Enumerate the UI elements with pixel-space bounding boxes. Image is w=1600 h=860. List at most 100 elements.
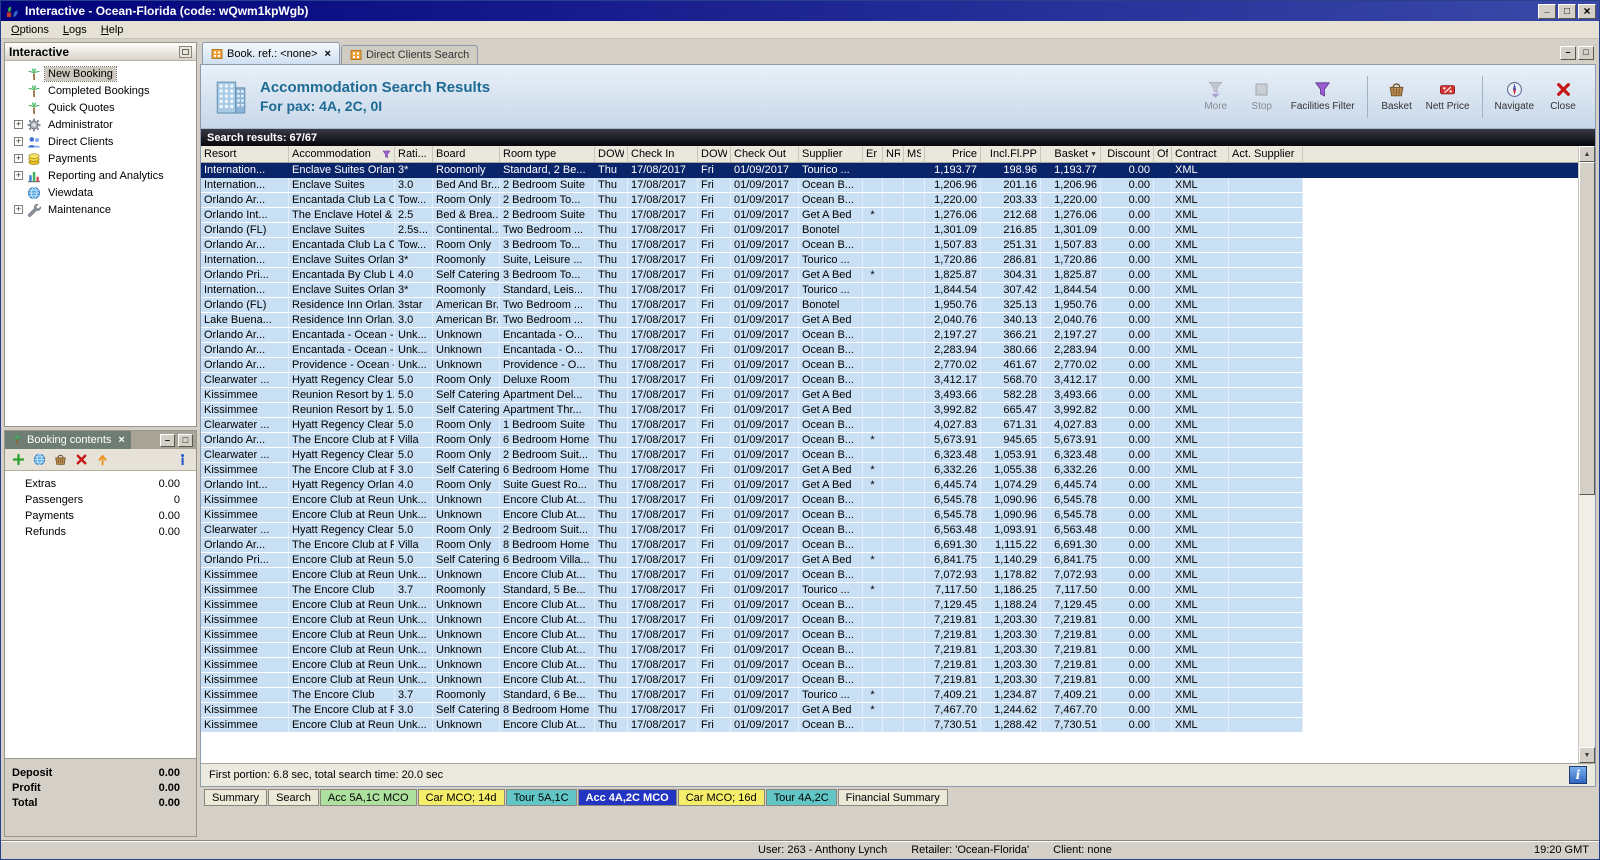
add-button[interactable] bbox=[12, 453, 25, 466]
table-row[interactable]: Internation...Enclave Suites Orlando3*Ro… bbox=[201, 253, 1578, 268]
menu-logs[interactable]: Logs bbox=[56, 22, 94, 38]
table-row[interactable]: Orlando Ar... Encantada - Ocean - ... Unk.… bbox=[201, 328, 1578, 343]
more-button[interactable]: More bbox=[1194, 79, 1238, 114]
panel-maximize-icon[interactable] bbox=[178, 433, 193, 447]
table-row[interactable]: Kissimmee Encore Club at Reuni... Unk... Un… bbox=[201, 718, 1578, 733]
expand-plus-icon[interactable]: + bbox=[14, 120, 23, 129]
column-header-incl-fl-pp[interactable]: Incl.Fl.PP bbox=[981, 146, 1041, 162]
expand-plus-icon[interactable]: + bbox=[14, 154, 23, 163]
scroll-down-icon[interactable]: ▼ bbox=[1579, 747, 1595, 763]
sidebar-item-new-booking[interactable]: +New Booking bbox=[5, 65, 196, 82]
panel-collapse-icon[interactable] bbox=[179, 45, 192, 58]
table-row[interactable]: Orlando (FL) Residence Inn Orlan... 3star A… bbox=[201, 298, 1578, 313]
up-button[interactable] bbox=[96, 453, 109, 466]
bottom-tab-search[interactable]: Search bbox=[268, 789, 319, 806]
table-row[interactable]: KissimmeeThe Encore Club at R...3.0Self … bbox=[201, 703, 1578, 718]
tab-direct-clients-search[interactable]: Direct Clients Search bbox=[340, 45, 479, 64]
expand-plus-icon[interactable]: + bbox=[14, 137, 23, 146]
table-row[interactable]: Kissimmee Encore Club at Reuni... Unk... Un… bbox=[201, 658, 1578, 673]
sidebar-item-direct-clients[interactable]: + Direct Clients bbox=[5, 133, 196, 150]
column-header-board[interactable]: Board bbox=[433, 146, 500, 162]
bottom-tab-financial-summary[interactable]: Financial Summary bbox=[837, 789, 948, 806]
sidebar-item-completed-bookings[interactable]: +Completed Bookings bbox=[5, 82, 196, 99]
scrollbar-thumb[interactable] bbox=[1579, 162, 1595, 496]
expand-plus-icon[interactable]: + bbox=[14, 171, 23, 180]
table-row[interactable]: Kissimmee Encore Club at Reuni... Unk... Un… bbox=[201, 508, 1578, 523]
table-row[interactable]: Orlando Int... The Enclave Hotel & ... 2.5… bbox=[201, 208, 1578, 223]
sidebar-item-quick-quotes[interactable]: +Quick Quotes bbox=[5, 99, 196, 116]
table-row[interactable]: Orlando Pri... Encantada By Club L... 4.0 S… bbox=[201, 268, 1578, 283]
column-header-accommodation[interactable]: Accommodation bbox=[289, 146, 395, 162]
sidebar-item-administrator[interactable]: + Administrator bbox=[5, 116, 196, 133]
table-row[interactable]: Clearwater ... Hyatt Regency Clear... 5.0 R… bbox=[201, 448, 1578, 463]
bottom-tab-car-mco-14d[interactable]: Car MCO; 14d bbox=[417, 789, 505, 806]
close-button[interactable]: Close bbox=[1541, 79, 1585, 114]
bottom-tab-acc-5a-1c-mco[interactable]: Acc 5A,1C MCO bbox=[319, 789, 417, 806]
refresh-button[interactable] bbox=[33, 453, 46, 466]
column-header-of[interactable]: Of bbox=[1154, 146, 1172, 162]
panel-minimize-icon[interactable] bbox=[160, 433, 175, 447]
table-row[interactable]: Kissimmee Encore Club at Reuni... Unk... Un… bbox=[201, 643, 1578, 658]
table-row[interactable]: Orlando Ar... Encantada - Ocean - ... Unk.… bbox=[201, 343, 1578, 358]
table-row[interactable]: KissimmeeThe Encore Club at R...3.0Self … bbox=[201, 463, 1578, 478]
table-row[interactable]: Kissimmee The Encore Club 3.7 Roomonly Stand… bbox=[201, 688, 1578, 703]
table-row[interactable]: Orlando Ar...The Encore Club at R...Vill… bbox=[201, 538, 1578, 553]
table-row[interactable]: Kissimmee Encore Club at Reuni... Unk... Un… bbox=[201, 613, 1578, 628]
table-row[interactable]: Orlando Pri...Encore Club at Reunion5.0S… bbox=[201, 553, 1578, 568]
column-header-check-out[interactable]: Check Out bbox=[731, 146, 799, 162]
table-row[interactable]: Kissimmee Encore Club at Reuni... Unk... Un… bbox=[201, 628, 1578, 643]
column-header-ms[interactable]: MS bbox=[904, 146, 925, 162]
table-row[interactable]: Orlando Ar... Providence - Ocean -... Unk.… bbox=[201, 358, 1578, 373]
basket-button[interactable]: Basket bbox=[1375, 79, 1419, 114]
sidebar-item-payments[interactable]: + Payments bbox=[5, 150, 196, 167]
column-header-basket[interactable]: Basket ▼ bbox=[1041, 146, 1101, 162]
bottom-tab-acc-4a-2c-mco[interactable]: Acc 4A,2C MCO bbox=[577, 789, 677, 806]
bottom-tab-tour-4a-2c[interactable]: Tour 4A,2C bbox=[765, 789, 837, 806]
column-header-nr[interactable]: NR bbox=[883, 146, 904, 162]
doc-maximize-icon[interactable] bbox=[1578, 46, 1594, 60]
table-row[interactable]: Kissimmee Reunion Resort by 1... 5.0 Self C… bbox=[201, 403, 1578, 418]
panel-close-icon[interactable]: × bbox=[118, 434, 124, 446]
expand-plus-icon[interactable]: + bbox=[14, 205, 23, 214]
filter-icon[interactable] bbox=[382, 150, 391, 159]
column-header-dow-out[interactable]: DOW bbox=[698, 146, 731, 162]
menu-options[interactable]: Options bbox=[4, 22, 56, 38]
bottom-tab-summary[interactable]: Summary bbox=[204, 789, 268, 806]
tab-close-icon[interactable]: × bbox=[325, 48, 331, 60]
doc-minimize-icon[interactable] bbox=[1560, 46, 1576, 60]
tab-book-ref-none[interactable]: Book. ref.: <none> × bbox=[202, 42, 340, 64]
table-row[interactable]: Clearwater ... Hyatt Regency Clear... 5.0 R… bbox=[201, 373, 1578, 388]
table-row[interactable]: Orlando Ar... Encantada Club La C... Tow..… bbox=[201, 193, 1578, 208]
scroll-up-icon[interactable]: ▲ bbox=[1579, 146, 1595, 162]
sidebar-item-maintenance[interactable]: + Maintenance bbox=[5, 201, 196, 218]
window-maximize-icon[interactable] bbox=[1558, 3, 1576, 19]
table-row[interactable]: Clearwater ... Hyatt Regency Clear... 5.0 R… bbox=[201, 523, 1578, 538]
table-row[interactable]: Internation... Enclave Suites 3.0 Bed And B… bbox=[201, 178, 1578, 193]
table-row[interactable]: Internation...Enclave Suites Orlando3*Ro… bbox=[201, 163, 1578, 178]
column-header-discount[interactable]: Discount bbox=[1101, 146, 1154, 162]
delete-button[interactable] bbox=[75, 453, 88, 466]
column-header-room-type[interactable]: Room type bbox=[500, 146, 595, 162]
nett-price-button[interactable]: Nett Price bbox=[1421, 79, 1475, 114]
booking-contents-tab[interactable]: Booking contents × bbox=[5, 431, 131, 449]
column-header-rating[interactable]: Rati... bbox=[395, 146, 433, 162]
column-header-price[interactable]: Price bbox=[925, 146, 981, 162]
window-close-icon[interactable] bbox=[1578, 3, 1596, 19]
table-row[interactable]: Orlando (FL) Enclave Suites 2.5s... Contine… bbox=[201, 223, 1578, 238]
menu-help[interactable]: Help bbox=[94, 22, 131, 38]
column-header-resort[interactable]: Resort bbox=[201, 146, 289, 162]
table-row[interactable]: Internation...Enclave Suites Orlando3*Ro… bbox=[201, 283, 1578, 298]
table-row[interactable]: Kissimmee Reunion Resort by 1... 5.0 Self C… bbox=[201, 388, 1578, 403]
table-row[interactable]: Kissimmee Encore Club at Reuni... Unk... Un… bbox=[201, 673, 1578, 688]
bottom-tab-car-mco-16d[interactable]: Car MCO; 16d bbox=[677, 789, 765, 806]
table-row[interactable]: Kissimmee Encore Club at Reuni... Unk... Un… bbox=[201, 568, 1578, 583]
table-row[interactable]: Orlando Ar...The Encore Club at R...Vill… bbox=[201, 433, 1578, 448]
scrollbar-track[interactable] bbox=[1579, 162, 1595, 747]
table-row[interactable]: Kissimmee Encore Club at Reuni... Unk... Un… bbox=[201, 493, 1578, 508]
table-row[interactable]: Clearwater ... Hyatt Regency Clear... 5.0 R… bbox=[201, 418, 1578, 433]
table-row[interactable]: Kissimmee The Encore Club 3.7 Roomonly Stand… bbox=[201, 583, 1578, 598]
info-button[interactable] bbox=[176, 453, 189, 466]
table-row[interactable]: Orlando Ar... Encantada Club La C... Tow..… bbox=[201, 238, 1578, 253]
facilities-filter-button[interactable]: Facilities Filter bbox=[1286, 79, 1360, 114]
sidebar-item-viewdata[interactable]: +Viewdata bbox=[5, 184, 196, 201]
